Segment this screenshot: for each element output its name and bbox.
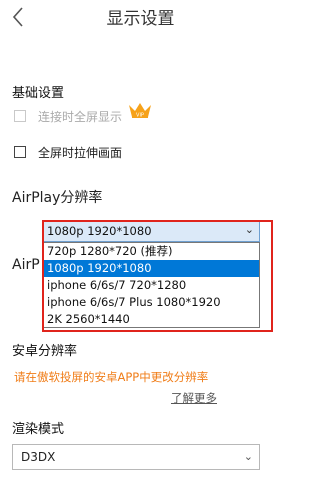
vip-badge-text: VIP [136, 113, 144, 119]
chevron-down-icon: ⌄ [244, 223, 254, 236]
fullscreen-on-connect-label: 连接时全屏显示 [38, 110, 123, 124]
stretch-fullscreen-checkbox[interactable] [14, 146, 26, 158]
learn-more-link[interactable]: 了解更多 [171, 390, 217, 406]
chevron-down-icon: ⌄ [243, 450, 253, 463]
fullscreen-on-connect-checkbox[interactable] [14, 110, 26, 122]
dropdown-option[interactable]: iphone 6/6s/7 720*1280 [43, 277, 259, 294]
airplay-resolution-label: AirPlay分辨率 [12, 190, 103, 206]
airplay-secondary-label: AirP [12, 257, 40, 273]
airplay-resolution-select[interactable]: 1080p 1920*1080 ⌄ [42, 220, 260, 242]
basic-settings-label: 基础设置 [12, 86, 65, 101]
stretch-fullscreen-label: 全屏时拉伸画面 [38, 146, 123, 160]
dropdown-option[interactable]: iphone 6/6s/7 Plus 1080*1920 [43, 294, 259, 311]
page-title: 显示设置 [106, 9, 175, 29]
dropdown-option-selected[interactable]: 1080p 1920*1080 [43, 260, 259, 277]
dropdown-option[interactable]: 720p 1280*720 (推荐) [43, 243, 259, 260]
android-resolution-label: 安卓分辨率 [12, 344, 78, 359]
airplay-resolution-dropdown[interactable]: 720p 1280*720 (推荐) 1080p 1920*1080 iphon… [42, 242, 260, 328]
dropdown-option[interactable]: 2K 2560*1440 [43, 311, 259, 327]
android-resolution-notice: 请在傲软投屏的安卓APP中更改分辨率 [14, 370, 209, 384]
render-mode-select[interactable]: D3DX ⌄ [12, 444, 260, 470]
render-mode-label: 渲染模式 [12, 422, 65, 437]
render-mode-value: D3DX [21, 450, 56, 464]
vip-crown-icon: VIP [127, 101, 153, 123]
airplay-selected-value: 1080p 1920*1080 [47, 224, 152, 238]
